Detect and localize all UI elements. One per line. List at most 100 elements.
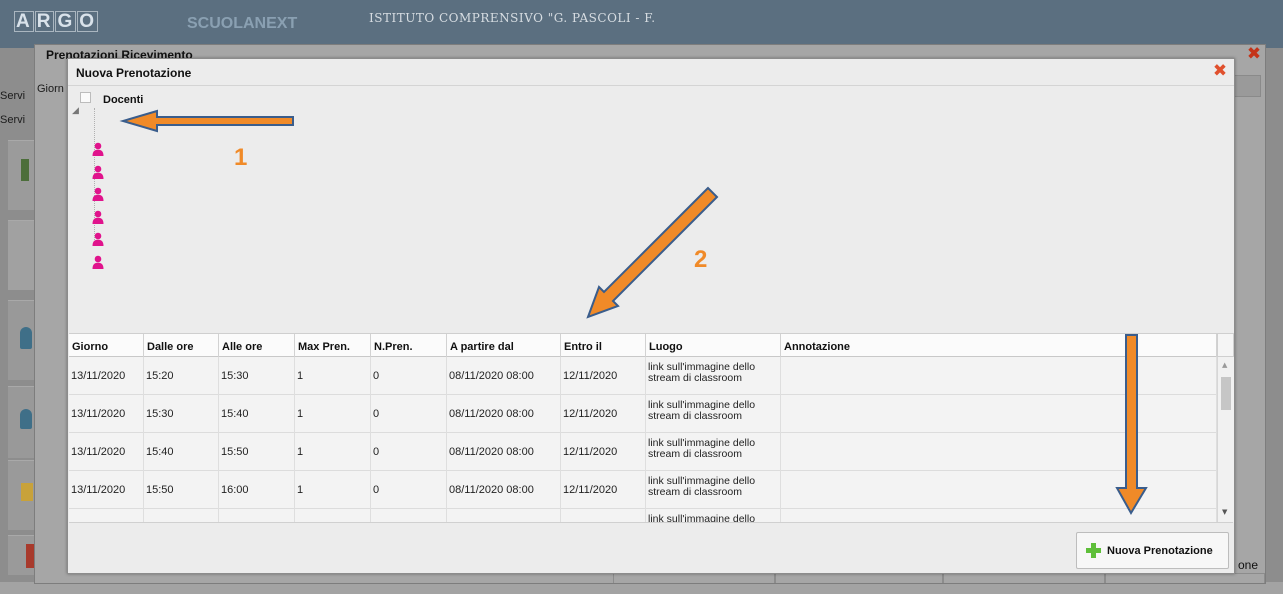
app-sidebar: Servi Servi xyxy=(0,48,35,594)
table-header: Giorno Dalle ore Alle ore Max Pren. N.Pren. A… xyxy=(69,333,1217,357)
annotation-number: 1 xyxy=(234,144,248,171)
sidebar-item[interactable]: Servi xyxy=(0,90,25,102)
table-cell xyxy=(781,433,1217,471)
table-body: 13/11/2020 15:20 15:30 1 0 08/11/2020 08:00 12… xyxy=(69,357,1217,522)
tree-expander-icon[interactable]: ◢ xyxy=(72,106,86,120)
table-row[interactable]: link sull'immagine dello xyxy=(69,509,1217,522)
person-icon[interactable] xyxy=(90,141,106,157)
scroll-up-icon[interactable]: ▲ xyxy=(1222,361,1227,369)
table-cell: 15:50 xyxy=(144,471,219,509)
table-cell: 15:40 xyxy=(144,433,219,471)
person-icon[interactable] xyxy=(90,209,106,225)
logo-letter: O xyxy=(77,11,99,32)
table-row[interactable]: 13/11/2020 15:30 15:40 1 0 08/11/2020 08:00 12… xyxy=(69,395,1217,433)
app-header: ARGO SCUOLANEXT ISTITUTO COMPRENSIVO "G.… xyxy=(0,0,1283,48)
table-cell xyxy=(781,471,1217,509)
table-cell: 0 xyxy=(371,357,447,395)
dialog-footer: Nuova Prenotazione xyxy=(69,522,1233,573)
table-cell: 1 xyxy=(295,433,371,471)
table-cell: 0 xyxy=(371,471,447,509)
table-header-corner xyxy=(1217,333,1234,357)
person-icon[interactable] xyxy=(90,186,106,202)
table-cell xyxy=(295,509,371,522)
table-row[interactable]: 13/11/2020 15:50 16:00 1 0 08/11/2020 08:00 12… xyxy=(69,471,1217,509)
column-header[interactable]: Alle ore xyxy=(219,334,295,357)
outer-button[interactable] xyxy=(943,573,1105,583)
sidebar-tile[interactable] xyxy=(8,300,35,380)
sidebar-item[interactable]: Servi xyxy=(0,114,25,126)
table-row[interactable]: 13/11/2020 15:20 15:30 1 0 08/11/2020 08:00 12… xyxy=(69,357,1217,395)
table-cell xyxy=(781,509,1217,522)
user-icon xyxy=(20,409,32,429)
person-icon[interactable] xyxy=(90,231,106,247)
sidebar-tile[interactable] xyxy=(8,386,35,458)
new-booking-button[interactable]: Nuova Prenotazione xyxy=(1076,532,1229,569)
person-icon[interactable] xyxy=(90,254,106,270)
board-icon xyxy=(21,159,29,181)
table-cell xyxy=(781,395,1217,433)
table-cell: link sull'immagine dello stream di class… xyxy=(646,433,781,471)
scroll-down-icon[interactable]: ▼ xyxy=(1222,508,1227,516)
table-cell: 08/11/2020 08:00 xyxy=(447,395,561,433)
table-cell: link sull'immagine dello stream di class… xyxy=(646,471,781,509)
column-header[interactable]: A partire dal xyxy=(447,334,561,357)
column-header[interactable]: Entro il xyxy=(561,334,646,357)
outer-button[interactable] xyxy=(1105,573,1265,583)
column-header[interactable]: N.Pren. xyxy=(371,334,447,357)
table-cell: 08/11/2020 08:00 xyxy=(447,433,561,471)
plus-icon xyxy=(1086,543,1101,558)
sidebar-tile[interactable] xyxy=(8,535,35,575)
app-brand: SCUOLANEXT xyxy=(187,15,298,32)
sidebar-tile[interactable] xyxy=(8,140,35,210)
folder-icon xyxy=(21,483,33,501)
new-booking-dialog: Nuova Prenotazione ✖ ◢ Docenti 1 2 3 Gio… xyxy=(67,58,1235,574)
table-cell: 12/11/2020 xyxy=(561,395,646,433)
outer-button[interactable] xyxy=(613,573,775,583)
app-logo: ARGO xyxy=(14,11,99,33)
close-icon[interactable]: ✖ xyxy=(1245,45,1263,63)
sidebar-tile[interactable] xyxy=(8,460,35,530)
outer-button[interactable] xyxy=(775,573,943,583)
table-cell: 1 xyxy=(295,471,371,509)
scrollbar-thumb[interactable] xyxy=(1221,377,1231,410)
close-icon[interactable]: ✖ xyxy=(1211,62,1229,80)
logo-letter: G xyxy=(55,11,77,32)
teacher-tree: ◢ Docenti xyxy=(72,90,372,269)
table-cell: 13/11/2020 xyxy=(69,357,144,395)
table-cell: 13/11/2020 xyxy=(69,433,144,471)
table-cell: 1 xyxy=(295,395,371,433)
outer-dialog-label: Giorn xyxy=(37,83,64,95)
column-header[interactable]: Max Pren. xyxy=(295,334,371,357)
table-cell: 15:30 xyxy=(219,357,295,395)
sidebar-tile[interactable] xyxy=(8,220,35,290)
table-cell xyxy=(144,509,219,522)
column-header[interactable]: Luogo xyxy=(646,334,781,357)
table-cell: 16:00 xyxy=(219,471,295,509)
table-row[interactable]: 13/11/2020 15:40 15:50 1 0 08/11/2020 08:00 12… xyxy=(69,433,1217,471)
table-cell: 15:30 xyxy=(144,395,219,433)
tree-root-label[interactable]: Docenti xyxy=(103,94,143,106)
annotation-number: 2 xyxy=(694,246,708,273)
table-cell: 15:50 xyxy=(219,433,295,471)
table-cell: 12/11/2020 xyxy=(561,357,646,395)
person-icon[interactable] xyxy=(90,164,106,180)
column-header[interactable]: Dalle ore xyxy=(144,334,219,357)
table-cell: 15:20 xyxy=(144,357,219,395)
column-header[interactable]: Annotazione xyxy=(781,334,1217,357)
table-cell: link sull'immagine dello xyxy=(646,509,781,522)
outer-dialog-field[interactable] xyxy=(1231,75,1261,97)
table-cell: 0 xyxy=(371,395,447,433)
table-scrollbar[interactable]: ▲ ▼ xyxy=(1217,357,1234,522)
table-cell xyxy=(69,509,144,522)
table-cell: 12/11/2020 xyxy=(561,433,646,471)
table-cell: 08/11/2020 08:00 xyxy=(447,471,561,509)
table-cell: 15:40 xyxy=(219,395,295,433)
logo-letter: R xyxy=(34,11,55,32)
tree-checkbox[interactable] xyxy=(80,92,91,103)
table-cell: link sull'immagine dello stream di class… xyxy=(646,357,781,395)
table-cell xyxy=(561,509,646,522)
dialog-title: Nuova Prenotazione xyxy=(76,66,192,80)
column-header[interactable]: Giorno xyxy=(69,334,144,357)
user-icon xyxy=(20,327,32,349)
table-cell: 12/11/2020 xyxy=(561,471,646,509)
